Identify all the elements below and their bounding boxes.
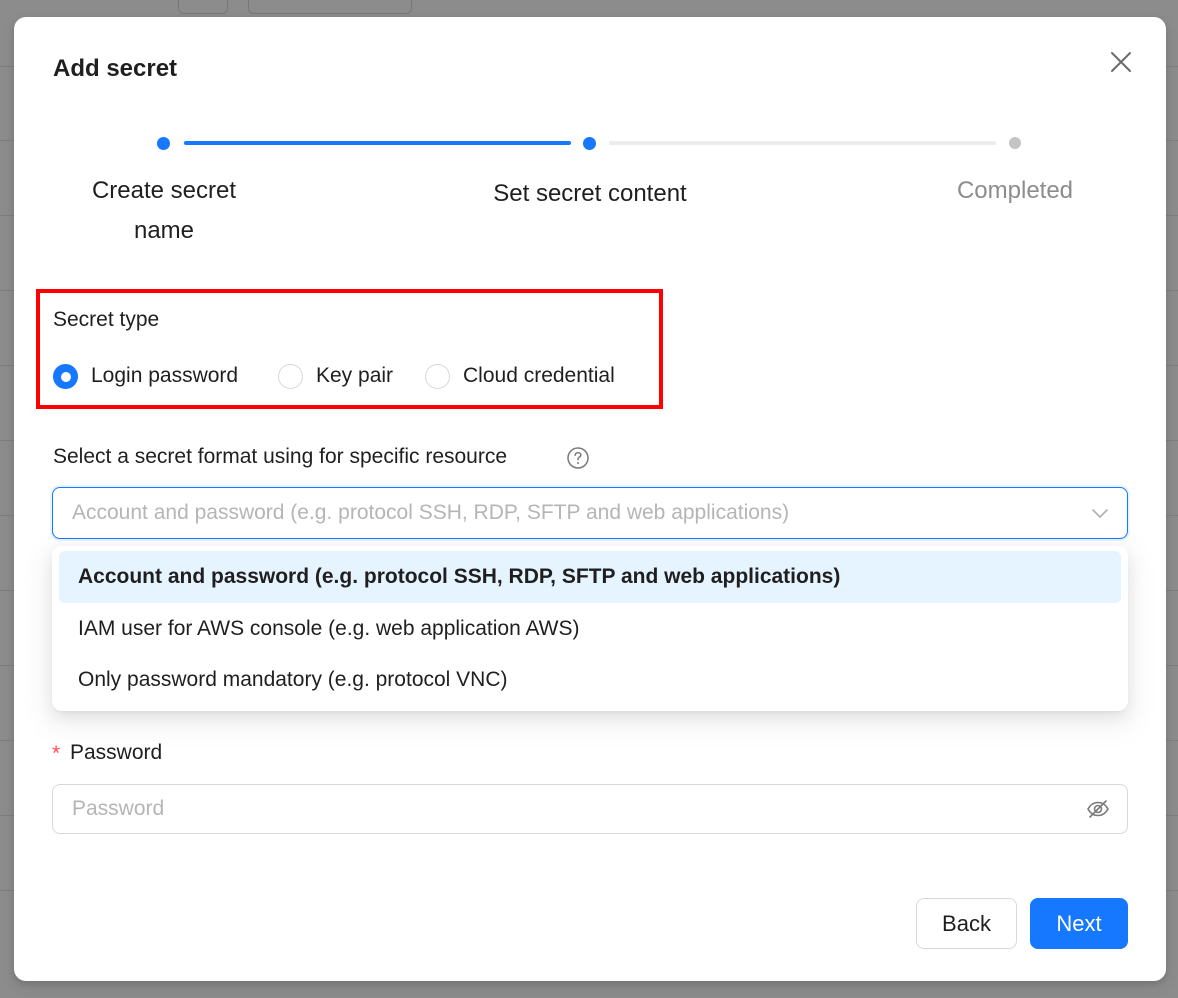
step-label-line: Create secret — [91, 177, 237, 204]
radio-cloud-credential[interactable] — [425, 364, 450, 389]
radio-label-key-pair[interactable]: Key pair — [316, 364, 393, 388]
step-dot-create-secret-name — [157, 137, 170, 150]
dropdown-option-password-only[interactable]: Only password mandatory (e.g. protocol V… — [59, 654, 1121, 706]
password-input[interactable]: Password — [52, 784, 1128, 834]
chevron-down-icon — [1092, 509, 1108, 518]
step-connector — [609, 141, 996, 145]
secret-format-label: Select a secret format using for specifi… — [53, 445, 508, 468]
close-icon[interactable] — [1110, 51, 1132, 73]
eye-invisible-icon[interactable] — [1086, 797, 1110, 821]
step-connector — [184, 141, 571, 145]
back-button[interactable]: Back — [916, 898, 1017, 949]
add-secret-modal: Add secret Create secret name Set secret… — [14, 17, 1166, 981]
next-button[interactable]: Next — [1030, 898, 1128, 949]
password-placeholder: Password — [72, 797, 165, 820]
radio-label-cloud-credential[interactable]: Cloud credential — [463, 364, 615, 388]
close-button[interactable] — [1106, 47, 1136, 77]
dropdown-option-account-password[interactable]: Account and password (e.g. protocol SSH,… — [59, 551, 1121, 603]
question-circle-icon[interactable] — [566, 446, 590, 470]
step-dot-set-secret-content — [583, 137, 596, 150]
password-label: Password — [70, 741, 163, 764]
secret-type-label: Secret type — [53, 308, 160, 331]
step-dot-completed — [1009, 137, 1021, 149]
step-label-completed: Completed — [956, 177, 1074, 204]
secret-format-select[interactable]: Account and password (e.g. protocol SSH,… — [52, 487, 1128, 539]
dropdown-option-label: Account and password (e.g. protocol SSH,… — [78, 565, 841, 588]
step-label-create-secret-name: Create secret name — [64, 171, 264, 251]
radio-label-login-password[interactable]: Login password — [91, 364, 238, 388]
secret-format-dropdown: Account and password (e.g. protocol SSH,… — [52, 546, 1128, 711]
radio-login-password[interactable] — [53, 364, 78, 389]
select-placeholder: Account and password (e.g. protocol SSH,… — [72, 501, 790, 524]
radio-key-pair[interactable] — [278, 364, 303, 389]
step-label-set-secret-content: Set secret content — [493, 180, 687, 207]
dropdown-option-label: IAM user for AWS console (e.g. web appli… — [78, 617, 580, 640]
secret-type-highlight — [36, 289, 663, 409]
dropdown-option-iam-user[interactable]: IAM user for AWS console (e.g. web appli… — [59, 603, 1121, 655]
modal-title: Add secret — [53, 55, 178, 82]
step-label-line: name — [133, 217, 195, 244]
dropdown-option-label: Only password mandatory (e.g. protocol V… — [78, 668, 508, 691]
required-mark: * — [52, 742, 61, 765]
